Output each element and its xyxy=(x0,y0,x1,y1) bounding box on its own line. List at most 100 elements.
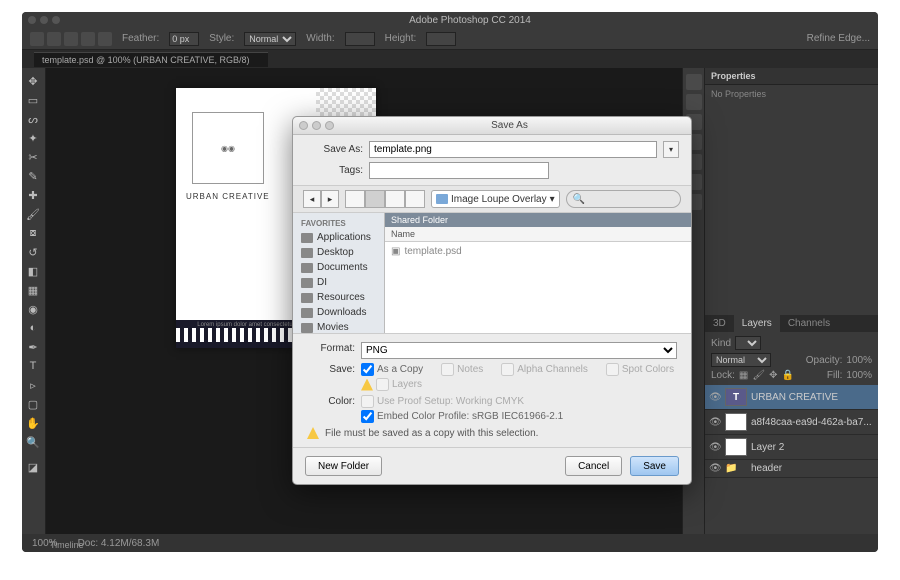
heal-tool[interactable]: ✚ xyxy=(22,186,44,204)
kind-filter[interactable] xyxy=(735,336,761,350)
traffic-lights[interactable] xyxy=(28,16,60,24)
blur-tool[interactable]: ◉ xyxy=(22,300,44,318)
opacity-value[interactable]: 100% xyxy=(846,355,872,366)
visibility-icon[interactable]: 👁 xyxy=(709,417,721,428)
sidebar-item-documents[interactable]: Documents xyxy=(293,260,384,275)
view-cover-button[interactable] xyxy=(405,190,425,208)
visibility-icon[interactable]: 👁 xyxy=(709,463,721,474)
view-column-button[interactable] xyxy=(385,190,405,208)
forward-button[interactable]: ▸ xyxy=(321,190,339,208)
color-swatches[interactable]: ◪ xyxy=(22,458,44,476)
blend-mode-select[interactable]: Normal xyxy=(711,353,771,367)
hand-tool[interactable]: ✋ xyxy=(22,414,44,432)
kind-label: Kind xyxy=(711,338,731,349)
lock-transparency-icon[interactable]: ▦ xyxy=(739,370,748,381)
shared-folder-header: Shared Folder xyxy=(385,213,691,227)
doc-info[interactable]: Doc: 4.12M/68.3M xyxy=(78,538,160,549)
dodge-tool[interactable]: ◐ xyxy=(22,319,44,337)
marquee-tool[interactable]: ▭ xyxy=(22,91,44,109)
zoom-tool[interactable]: 🔍 xyxy=(22,433,44,451)
properties-tab[interactable]: Properties xyxy=(705,68,878,85)
view-list-button[interactable] xyxy=(365,190,385,208)
marquee-row-icon[interactable] xyxy=(81,32,95,46)
history-dropdown-icon[interactable]: ▾ xyxy=(663,141,679,158)
notes-checkbox xyxy=(441,363,454,376)
eyedropper-tool[interactable]: ✎ xyxy=(22,167,44,185)
cancel-button[interactable]: Cancel xyxy=(565,456,622,476)
color-panel-icon[interactable] xyxy=(686,94,702,110)
fill-value[interactable]: 100% xyxy=(846,370,872,381)
visibility-icon[interactable]: 👁 xyxy=(709,442,721,453)
wand-tool[interactable]: ✦ xyxy=(22,129,44,147)
file-icon: ▣ xyxy=(391,246,400,257)
embed-profile-checkbox[interactable] xyxy=(361,410,374,423)
move-tool[interactable]: ✥ xyxy=(22,72,44,90)
folder-icon xyxy=(436,194,448,204)
spot-checkbox xyxy=(606,363,619,376)
lock-pixels-icon[interactable]: 🖌 xyxy=(752,370,765,381)
layer-row[interactable]: 👁Layer 2 xyxy=(705,435,878,460)
history-panel-icon[interactable] xyxy=(686,74,702,90)
shape-tool[interactable]: ▢ xyxy=(22,395,44,413)
sidebar-item-downloads[interactable]: Downloads xyxy=(293,305,384,320)
folder-icon xyxy=(301,293,313,303)
file-list-body[interactable]: ▣template.psd xyxy=(385,242,691,333)
document-tab[interactable]: template.psd @ 100% (URBAN CREATIVE, RGB… xyxy=(34,52,268,67)
lock-position-icon[interactable]: ✥ xyxy=(769,370,777,381)
sidebar-item-desktop[interactable]: Desktop xyxy=(293,245,384,260)
close-icon[interactable] xyxy=(299,121,308,130)
sidebar-item-resources[interactable]: Resources xyxy=(293,290,384,305)
brush-tool[interactable]: 🖌 xyxy=(22,205,44,223)
sidebar-item-di[interactable]: DI xyxy=(293,275,384,290)
stamp-tool[interactable]: ⧇ xyxy=(22,224,44,242)
folder-icon xyxy=(301,323,313,333)
gradient-tool[interactable]: ▦ xyxy=(22,281,44,299)
marquee-rect-icon[interactable] xyxy=(47,32,61,46)
path-tool[interactable]: ▹ xyxy=(22,376,44,394)
eraser-tool[interactable]: ◧ xyxy=(22,262,44,280)
refine-edge-button[interactable]: Refine Edge... xyxy=(807,33,870,44)
file-item[interactable]: ▣template.psd xyxy=(391,246,685,257)
lasso-tool[interactable]: ᔕ xyxy=(22,110,44,128)
tags-input[interactable] xyxy=(369,162,549,179)
marquee-ellipse-icon[interactable] xyxy=(64,32,78,46)
style-select[interactable]: Normal xyxy=(244,32,296,46)
layer-row[interactable]: 👁TURBAN CREATIVE xyxy=(705,385,878,410)
marquee-col-icon[interactable] xyxy=(98,32,112,46)
feather-label: Feather: xyxy=(122,33,159,44)
layer-thumbnail xyxy=(725,438,747,456)
layer-row[interactable]: 👁a8f48caa-ea9d-462a-ba7... xyxy=(705,410,878,435)
crop-tool[interactable]: ✂ xyxy=(22,148,44,166)
back-button[interactable]: ◂ xyxy=(303,190,321,208)
search-field[interactable]: 🔍 xyxy=(566,190,681,208)
warning-text: File must be saved as a copy with this s… xyxy=(325,428,538,439)
as-copy-checkbox[interactable] xyxy=(361,363,374,376)
sidebar-item-applications[interactable]: Applications xyxy=(293,230,384,245)
new-folder-button[interactable]: New Folder xyxy=(305,456,382,476)
tab-channels[interactable]: Channels xyxy=(780,315,838,332)
lock-all-icon[interactable]: 🔒 xyxy=(781,370,793,381)
visibility-icon[interactable]: 👁 xyxy=(709,392,721,403)
layer-name: header xyxy=(751,463,782,474)
tab-layers[interactable]: Layers xyxy=(734,315,780,332)
tool-preset-icon[interactable] xyxy=(30,32,44,46)
dialog-titlebar: Save As xyxy=(293,117,691,135)
dialog-title: Save As xyxy=(334,120,685,131)
feather-input[interactable] xyxy=(169,32,199,46)
sidebar-item-movies[interactable]: Movies xyxy=(293,320,384,335)
layer-name: URBAN CREATIVE xyxy=(751,392,838,403)
column-name[interactable]: Name xyxy=(385,227,691,242)
type-tool[interactable]: T xyxy=(22,357,44,375)
timeline-tab[interactable]: Timeline xyxy=(50,540,84,550)
pen-tool[interactable]: ✒ xyxy=(22,338,44,356)
folder-icon xyxy=(301,248,313,258)
view-icon-button[interactable] xyxy=(345,190,365,208)
filename-input[interactable] xyxy=(369,141,657,158)
history-brush-tool[interactable]: ↺ xyxy=(22,243,44,261)
path-selector[interactable]: Image Loupe Overlay ▾ xyxy=(431,190,560,208)
layer-row[interactable]: 👁📁header xyxy=(705,460,878,478)
format-select[interactable]: PNG xyxy=(361,342,677,359)
tab-3d[interactable]: 3D xyxy=(705,315,734,332)
properties-body: No Properties xyxy=(705,85,878,315)
save-button[interactable]: Save xyxy=(630,456,679,476)
